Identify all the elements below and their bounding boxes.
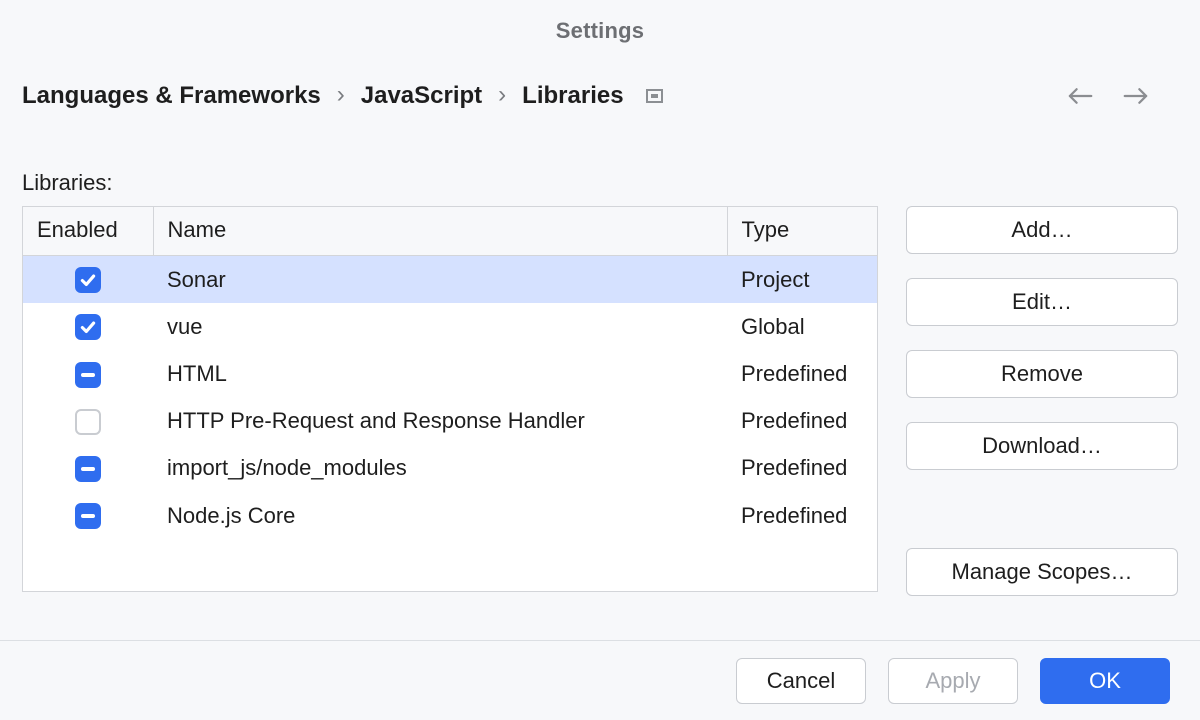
table-row[interactable]: Node.js CorePredefined: [23, 492, 877, 539]
enabled-checkbox[interactable]: [75, 503, 101, 529]
library-type: Predefined: [727, 445, 877, 492]
column-header-type[interactable]: Type: [727, 207, 877, 256]
library-type: Predefined: [727, 350, 877, 397]
library-type: Predefined: [727, 492, 877, 539]
cancel-button[interactable]: Cancel: [736, 658, 866, 704]
manage-scopes-button[interactable]: Manage Scopes…: [906, 548, 1178, 596]
enabled-checkbox[interactable]: [75, 456, 101, 482]
remove-button[interactable]: Remove: [906, 350, 1178, 398]
enabled-checkbox[interactable]: [75, 362, 101, 388]
spacer: [906, 494, 1178, 524]
library-name: import_js/node_modules: [153, 445, 727, 492]
library-name: Node.js Core: [153, 492, 727, 539]
breadcrumb-item-javascript[interactable]: JavaScript: [361, 82, 482, 110]
back-arrow-icon[interactable]: [1066, 86, 1094, 106]
enabled-checkbox[interactable]: [75, 409, 101, 435]
nav-arrows: [1066, 86, 1178, 106]
breadcrumb-bar: Languages & Frameworks › JavaScript › Li…: [22, 82, 1178, 110]
libraries-label: Libraries:: [22, 170, 1178, 196]
side-button-panel: Add… Edit… Remove Download… Manage Scope…: [906, 206, 1178, 596]
table-row[interactable]: vueGlobal: [23, 303, 877, 350]
breadcrumb-item-libraries[interactable]: Libraries: [522, 82, 623, 110]
libraries-table: Enabled Name Type SonarProjectvueGlobalH…: [22, 206, 878, 592]
library-type: Project: [727, 256, 877, 304]
breadcrumb-item-languages[interactable]: Languages & Frameworks: [22, 82, 321, 110]
collapse-icon[interactable]: [646, 89, 663, 103]
column-header-enabled[interactable]: Enabled: [23, 207, 153, 256]
breadcrumb-separator: ›: [498, 81, 506, 109]
enabled-checkbox[interactable]: [75, 314, 101, 340]
table-row[interactable]: HTMLPredefined: [23, 350, 877, 397]
library-name: HTML: [153, 350, 727, 397]
window-title: Settings: [0, 18, 1200, 44]
breadcrumb: Languages & Frameworks › JavaScript › Li…: [22, 82, 663, 110]
table-row[interactable]: import_js/node_modulesPredefined: [23, 445, 877, 492]
table-row[interactable]: SonarProject: [23, 256, 877, 304]
ok-button[interactable]: OK: [1040, 658, 1170, 704]
dialog-footer: Cancel Apply OK: [0, 640, 1200, 720]
column-header-name[interactable]: Name: [153, 207, 727, 256]
edit-button[interactable]: Edit…: [906, 278, 1178, 326]
library-type: Predefined: [727, 398, 877, 445]
apply-button: Apply: [888, 658, 1018, 704]
enabled-checkbox[interactable]: [75, 267, 101, 293]
table-row[interactable]: HTTP Pre-Request and Response HandlerPre…: [23, 398, 877, 445]
library-name: vue: [153, 303, 727, 350]
library-name: Sonar: [153, 256, 727, 304]
breadcrumb-separator: ›: [337, 81, 345, 109]
library-name: HTTP Pre-Request and Response Handler: [153, 398, 727, 445]
download-button[interactable]: Download…: [906, 422, 1178, 470]
library-type: Global: [727, 303, 877, 350]
add-button[interactable]: Add…: [906, 206, 1178, 254]
forward-arrow-icon[interactable]: [1122, 86, 1150, 106]
